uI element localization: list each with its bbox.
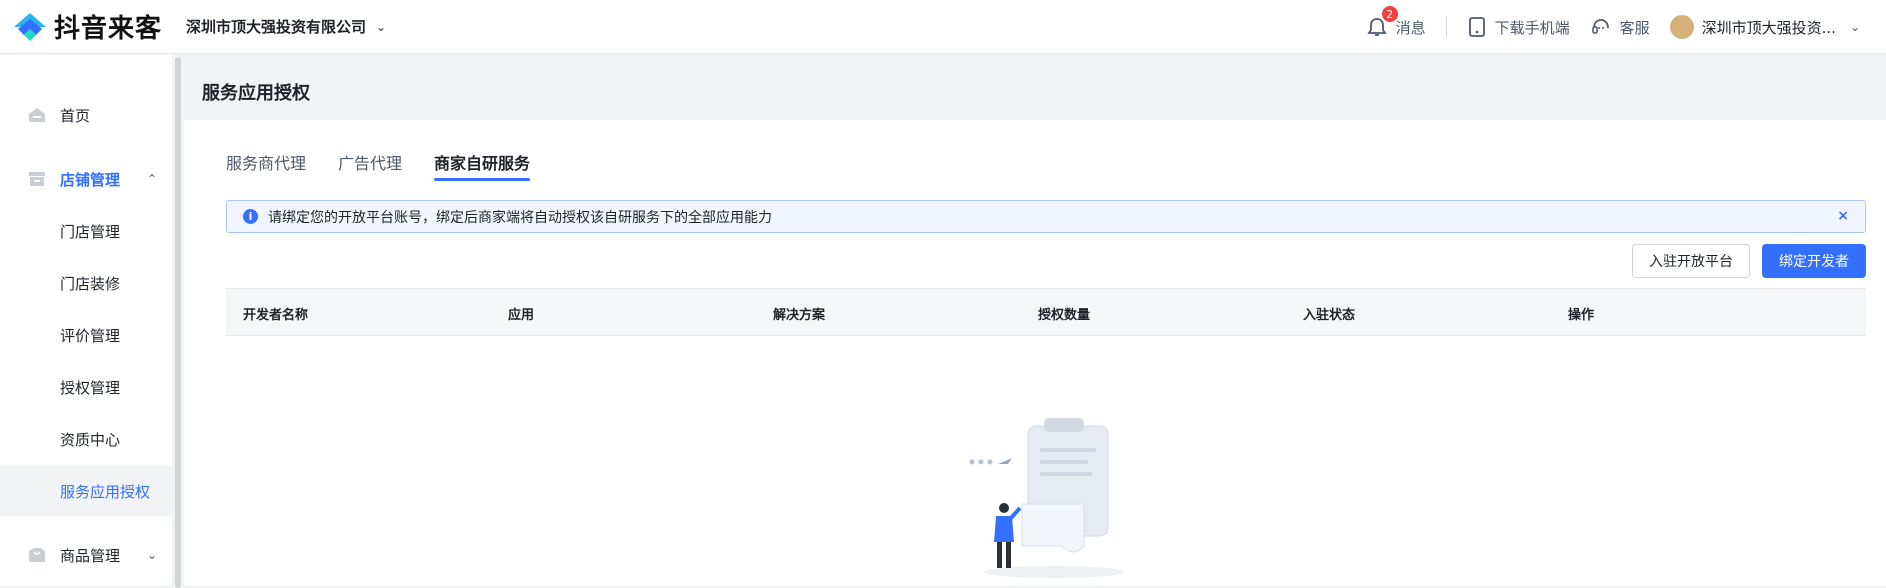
bind-developer-button[interactable]: 绑定开发者 <box>1762 244 1866 278</box>
sidebar-item-store-list[interactable]: 门店管理 <box>0 206 172 256</box>
sidebar-scrollbar[interactable] <box>173 55 183 588</box>
sidebar-item-service-app-authorization[interactable]: 服务应用授权 <box>0 466 172 516</box>
customer-service-button[interactable]: 客服 <box>1590 16 1650 38</box>
company-name: 深圳市顶大强投资有限公司 <box>186 18 367 36</box>
logo[interactable]: 抖音来客 <box>10 8 162 45</box>
sidebar-item-label: 评价管理 <box>60 326 121 345</box>
notification-badge: 2 <box>1381 6 1398 22</box>
scrollbar-thumb[interactable] <box>175 57 181 588</box>
chevron-up-icon: ⌃ <box>147 172 158 186</box>
sidebar-item-reviews[interactable]: 评价管理 <box>0 310 172 360</box>
sidebar-item-store-management[interactable]: 店铺管理 ⌃ <box>0 154 172 204</box>
sidebar-item-label: 资质中心 <box>60 430 121 449</box>
sidebar-item-label: 授权管理 <box>60 378 121 397</box>
service-label: 客服 <box>1619 18 1650 37</box>
sidebar-item-qualifications[interactable]: 资质中心 <box>0 414 172 464</box>
info-icon: i <box>243 209 258 224</box>
table-header: 开发者名称 应用 解决方案 授权数量 入驻状态 操作 <box>226 288 1866 336</box>
chevron-down-icon: ⌄ <box>147 548 158 562</box>
column-header: 授权数量 <box>1038 308 1091 323</box>
close-icon[interactable]: × <box>1837 208 1849 224</box>
logo-icon <box>14 12 46 41</box>
phone-icon <box>1468 17 1485 37</box>
alert-text: 请绑定您的开放平台账号，绑定后商家端将自动授权该自研服务下的全部应用能力 <box>268 209 772 226</box>
store-icon <box>29 172 45 186</box>
messages-button[interactable]: 2 消息 <box>1366 6 1426 38</box>
column-header: 解决方案 <box>773 308 826 323</box>
sidebar-item-label: 服务应用授权 <box>60 482 151 501</box>
column-header: 开发者名称 <box>243 308 309 323</box>
sidebar-item-home[interactable]: 首页 <box>0 90 172 140</box>
goods-icon <box>29 548 45 562</box>
logo-text: 抖音来客 <box>54 14 163 44</box>
tab-service-provider-agent[interactable]: 服务商代理 <box>226 150 306 180</box>
sidebar: 首页 店铺管理 ⌃ 门店管理 门店装修 评价管理 授权管理 资质中心 服务应用授… <box>0 55 172 586</box>
download-label: 下载手机端 <box>1494 18 1570 37</box>
divider <box>1445 16 1447 38</box>
tab-merchant-self-developed[interactable]: 商家自研服务 <box>434 150 531 181</box>
top-bar: 抖音来客 深圳市顶大强投资有限公司 ⌄ 2 消息 下载手机端 客服 深圳市顶大强… <box>0 0 1886 54</box>
sidebar-item-store-decoration[interactable]: 门店装修 <box>0 258 172 308</box>
join-open-platform-button[interactable]: 入驻开放平台 <box>1632 244 1750 278</box>
sidebar-item-label: 门店装修 <box>60 274 121 293</box>
avatar <box>1669 15 1694 39</box>
sidebar-item-label: 首页 <box>60 106 91 125</box>
user-menu[interactable]: 深圳市顶大强投资... ⌄ <box>1669 15 1860 39</box>
sidebar-item-label: 店铺管理 <box>60 170 121 189</box>
tab-ad-agent[interactable]: 广告代理 <box>338 150 402 180</box>
sidebar-item-label: 商品管理 <box>60 546 121 565</box>
messages-label: 消息 <box>1395 18 1426 37</box>
top-right-actions: 2 消息 下载手机端 客服 深圳市顶大强投资... ⌄ <box>1346 6 1860 42</box>
sidebar-item-label: 门店管理 <box>60 222 121 241</box>
download-app-button[interactable]: 下载手机端 <box>1467 16 1570 38</box>
user-name: 深圳市顶大强投资... <box>1701 18 1836 37</box>
empty-state-illustration <box>969 418 1124 578</box>
chevron-down-icon: ⌄ <box>376 19 387 34</box>
tab-bar: 服务商代理 广告代理 商家自研服务 <box>226 150 562 181</box>
page-title: 服务应用授权 <box>202 83 310 104</box>
headset-icon <box>1591 19 1609 34</box>
chevron-down-icon: ⌄ <box>1849 20 1860 34</box>
sidebar-item-authorization[interactable]: 授权管理 <box>0 362 172 412</box>
company-switcher[interactable]: 深圳市顶大强投资有限公司 ⌄ <box>186 16 386 37</box>
column-header: 应用 <box>508 308 535 323</box>
column-header: 入驻状态 <box>1303 308 1356 323</box>
home-icon <box>29 108 45 122</box>
main-panel: 服务商代理 广告代理 商家自研服务 i 请绑定您的开放平台账号，绑定后商家端将自… <box>184 120 1886 586</box>
sidebar-item-goods-management[interactable]: 商品管理 ⌄ <box>0 530 172 580</box>
info-alert: i 请绑定您的开放平台账号，绑定后商家端将自动授权该自研服务下的全部应用能力 × <box>226 200 1866 233</box>
content-header: 服务应用授权 <box>184 55 1886 120</box>
column-header: 操作 <box>1568 308 1595 323</box>
